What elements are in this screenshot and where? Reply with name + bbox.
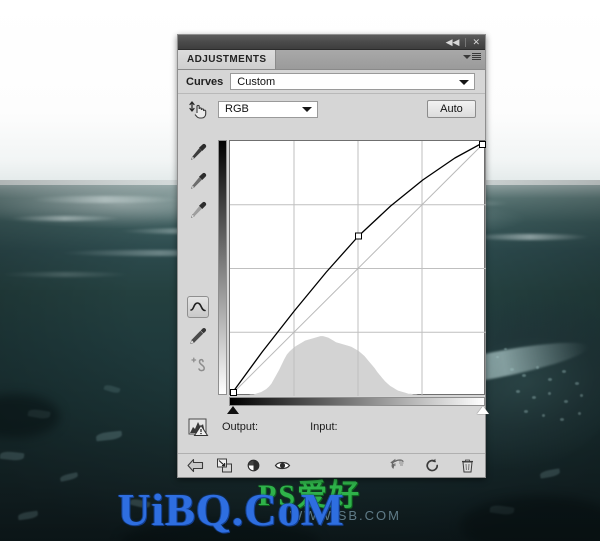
bottom-bar-right-group (389, 458, 476, 473)
panel-tab-bar: ADJUSTMENTS (178, 50, 485, 70)
clip-to-layer-icon[interactable] (216, 458, 233, 473)
curves-graph[interactable] (229, 140, 487, 397)
screenshot-root: PS爱好 WWW.SB.COM UiBQ.CoM ◀◀ ✕ ADJUSTMENT… (0, 0, 600, 541)
chevron-down-icon (459, 79, 470, 85)
reset-adjustment-icon[interactable] (424, 458, 441, 473)
input-label: Input: (310, 421, 338, 433)
toggle-layer-visibility-half-icon[interactable] (245, 458, 262, 473)
curves-plot[interactable] (229, 140, 487, 397)
close-icon[interactable]: ✕ (470, 36, 482, 48)
on-image-adjust-icon[interactable] (187, 98, 209, 120)
view-previous-state-icon[interactable] (389, 458, 406, 473)
preset-dropdown[interactable]: Custom (230, 73, 476, 90)
panel-bottom-bar (178, 453, 485, 477)
panel-title-bar: ◀◀ ✕ (178, 35, 485, 50)
eyedropper-black-point-icon[interactable] (187, 141, 209, 163)
adjustments-panel: ◀◀ ✕ ADJUSTMENTS Curves Custom RGB Auto … (177, 34, 489, 478)
adjustment-type-label: Curves (186, 75, 224, 88)
eyedropper-white-point-icon[interactable] (187, 199, 209, 221)
auto-button[interactable]: Auto (427, 100, 476, 118)
title-bar-divider (465, 37, 467, 47)
edit-points-curve-icon[interactable] (187, 296, 209, 318)
channel-dropdown-value: RGB (225, 103, 249, 115)
histogram-warning-icon[interactable] (188, 418, 210, 436)
preset-dropdown-value: Custom (237, 75, 276, 88)
preset-row: Curves Custom (178, 70, 485, 94)
channel-row: RGB Auto (178, 94, 485, 124)
output-gradient-strip (218, 140, 227, 395)
tab-adjustments-label: ADJUSTMENTS (187, 54, 267, 65)
delete-adjustment-icon[interactable] (459, 458, 476, 473)
curves-tool-rail (178, 94, 218, 439)
bottom-bar-left-group (187, 458, 291, 473)
chevron-down-icon (463, 54, 471, 59)
output-label: Output: (222, 421, 259, 433)
curves-readout-row: Output: Input: (178, 410, 487, 444)
return-to-previous-state-icon[interactable] (187, 458, 204, 473)
preview-eye-icon[interactable] (274, 458, 291, 473)
collapse-icon[interactable]: ◀◀ (444, 36, 462, 48)
pencil-draw-curve-icon[interactable] (187, 325, 209, 347)
tab-adjustments[interactable]: ADJUSTMENTS (178, 50, 277, 69)
panel-menu-icon[interactable] (463, 53, 481, 60)
hamburger-icon (472, 53, 481, 60)
title-bar-controls: ◀◀ ✕ (444, 36, 482, 48)
auto-button-label: Auto (440, 103, 463, 115)
smooth-curve-icon[interactable] (187, 354, 209, 376)
chevron-down-icon (302, 107, 312, 112)
channel-dropdown[interactable]: RGB (218, 100, 318, 118)
input-gradient-strip (229, 397, 485, 406)
eyedropper-gray-point-icon[interactable] (187, 170, 209, 192)
